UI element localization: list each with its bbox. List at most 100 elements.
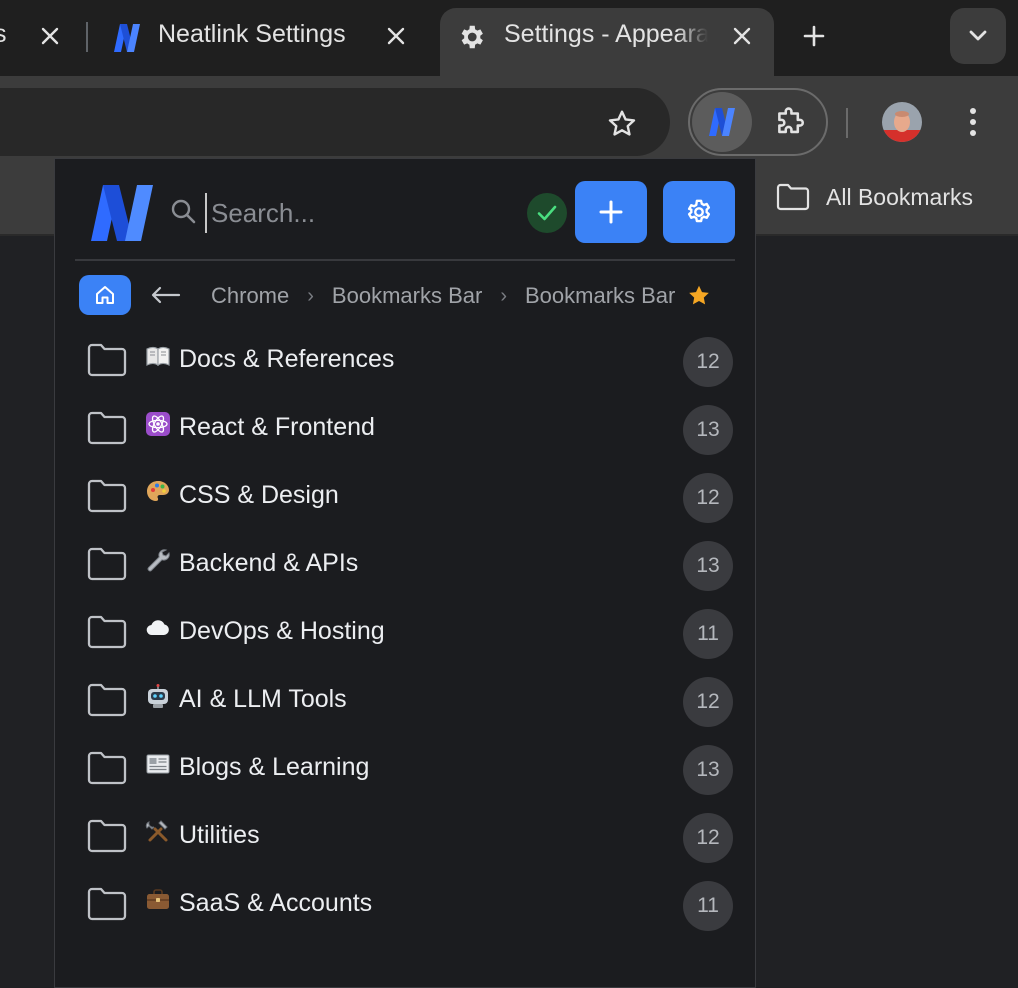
neatlink-popup: Chrome › Bookmarks Bar › Bookmarks Bar D… xyxy=(54,158,756,988)
check-icon xyxy=(537,205,557,221)
neatlink-logo xyxy=(91,185,153,241)
tab-neatlink-settings[interactable]: Neatlink Settings xyxy=(96,8,424,76)
tab-close-button[interactable] xyxy=(382,22,410,50)
avatar-photo xyxy=(882,102,922,142)
arrow-left-icon xyxy=(151,286,181,304)
folder-icon xyxy=(87,547,127,581)
folder-count-badge: 13 xyxy=(683,405,733,455)
folder-row-backend[interactable]: Backend & APIs 13 xyxy=(55,531,755,599)
close-icon xyxy=(41,27,59,45)
folder-icon xyxy=(87,819,127,853)
breadcrumb-separator: › xyxy=(307,284,314,307)
chrome-menu-button[interactable] xyxy=(958,104,988,140)
tab-title: s xyxy=(0,20,7,48)
tab-title: Neatlink Settings xyxy=(158,20,346,48)
folder-label: CSS & Design xyxy=(179,481,339,509)
extensions-group xyxy=(688,88,828,156)
all-bookmarks-label: All Bookmarks xyxy=(826,183,973,210)
folder-row-css[interactable]: CSS & Design 12 xyxy=(55,463,755,531)
home-icon xyxy=(96,286,114,304)
new-tab-button[interactable] xyxy=(798,20,830,52)
folder-count-badge: 11 xyxy=(683,881,733,931)
breadcrumb-item[interactable]: Bookmarks Bar xyxy=(332,283,482,309)
folder-row-docs[interactable]: Docs & References 12 xyxy=(55,327,755,395)
folder-icon xyxy=(87,479,127,513)
folder-label: Docs & References xyxy=(179,345,395,373)
palette-icon xyxy=(147,481,169,501)
all-bookmarks-button[interactable]: All Bookmarks xyxy=(776,178,973,216)
folder-count-badge: 11 xyxy=(683,609,733,659)
folder-icon xyxy=(776,183,810,211)
folder-label: Utilities xyxy=(179,821,260,849)
folder-row-ai[interactable]: AI & LLM Tools 12 xyxy=(55,667,755,735)
plus-icon xyxy=(599,200,623,224)
neatlink-logo-icon xyxy=(114,24,140,52)
newspaper-icon xyxy=(146,754,170,774)
tab-separator xyxy=(86,22,88,52)
folder-label: SaaS & Accounts xyxy=(179,889,373,917)
wrench-icon xyxy=(147,549,170,572)
address-bar[interactable] xyxy=(0,88,670,156)
folder-icon xyxy=(87,343,127,377)
cloud-icon xyxy=(146,620,169,636)
folder-count-badge: 12 xyxy=(683,677,733,727)
folder-icon xyxy=(87,751,127,785)
folder-count-badge: 12 xyxy=(683,337,733,387)
atom-icon xyxy=(146,412,170,436)
folder-icon xyxy=(87,615,127,649)
tab-close-button[interactable] xyxy=(36,22,64,50)
back-button[interactable] xyxy=(149,279,183,311)
close-icon xyxy=(733,27,751,45)
search-icon xyxy=(171,199,196,224)
folder-label: Backend & APIs xyxy=(179,549,359,577)
folder-label: DevOps & Hosting xyxy=(179,617,385,645)
folder-icon xyxy=(87,683,127,717)
settings-button[interactable] xyxy=(663,181,735,243)
tab-settings-appearance[interactable]: Settings - Appeara xyxy=(440,8,774,76)
gear-icon xyxy=(461,25,483,49)
folder-row-devops[interactable]: DevOps & Hosting 11 xyxy=(55,599,755,667)
puzzle-icon xyxy=(778,107,804,134)
folder-row-blogs[interactable]: Blogs & Learning 13 xyxy=(55,735,755,803)
profile-avatar[interactable] xyxy=(882,102,922,142)
chevron-down-icon xyxy=(969,30,987,41)
breadcrumb: Chrome › Bookmarks Bar › Bookmarks Bar xyxy=(211,279,711,313)
header-divider xyxy=(75,259,735,261)
toolbar-divider xyxy=(846,108,848,138)
bookmark-star-button[interactable] xyxy=(604,106,640,142)
gear-icon xyxy=(687,199,711,223)
folder-row-utilities[interactable]: Utilities 12 xyxy=(55,803,755,871)
robot-icon xyxy=(148,684,168,708)
folder-icon xyxy=(87,411,127,445)
book-icon xyxy=(146,346,170,367)
folder-label: AI & LLM Tools xyxy=(179,685,347,713)
folder-count-badge: 13 xyxy=(683,745,733,795)
briefcase-icon xyxy=(147,889,169,909)
folder-row-saas[interactable]: SaaS & Accounts 11 xyxy=(55,871,755,939)
breadcrumb-separator: › xyxy=(500,284,507,307)
extensions-button[interactable] xyxy=(772,104,808,140)
tab-close-button[interactable] xyxy=(728,22,756,50)
home-button[interactable] xyxy=(79,275,131,315)
breadcrumb-current: Bookmarks Bar xyxy=(524,283,676,308)
folder-label: Blogs & Learning xyxy=(179,753,370,781)
star-icon xyxy=(687,284,711,308)
folder-count-badge: 12 xyxy=(683,813,733,863)
tab-strip: s Neatlink Settings Settings - Appeara xyxy=(0,0,1018,76)
folder-count-badge: 12 xyxy=(683,473,733,523)
folder-count-badge: 13 xyxy=(683,541,733,591)
folder-row-react[interactable]: React & Frontend 13 xyxy=(55,395,755,463)
folder-label: React & Frontend xyxy=(179,413,375,441)
tab-title: Settings - Appeara xyxy=(504,20,708,48)
more-vertical-icon xyxy=(970,108,976,136)
neatlink-extension-button[interactable] xyxy=(692,92,752,152)
search-input[interactable] xyxy=(205,193,505,233)
sync-status-badge xyxy=(527,193,567,233)
breadcrumb-item[interactable]: Chrome xyxy=(211,283,289,309)
add-bookmark-button[interactable] xyxy=(575,181,647,243)
star-outline-icon xyxy=(608,110,636,136)
neatlink-logo-icon xyxy=(709,108,735,136)
tab-partial[interactable]: s xyxy=(0,8,82,76)
tab-search-button[interactable] xyxy=(950,8,1006,64)
plus-icon xyxy=(803,25,825,47)
